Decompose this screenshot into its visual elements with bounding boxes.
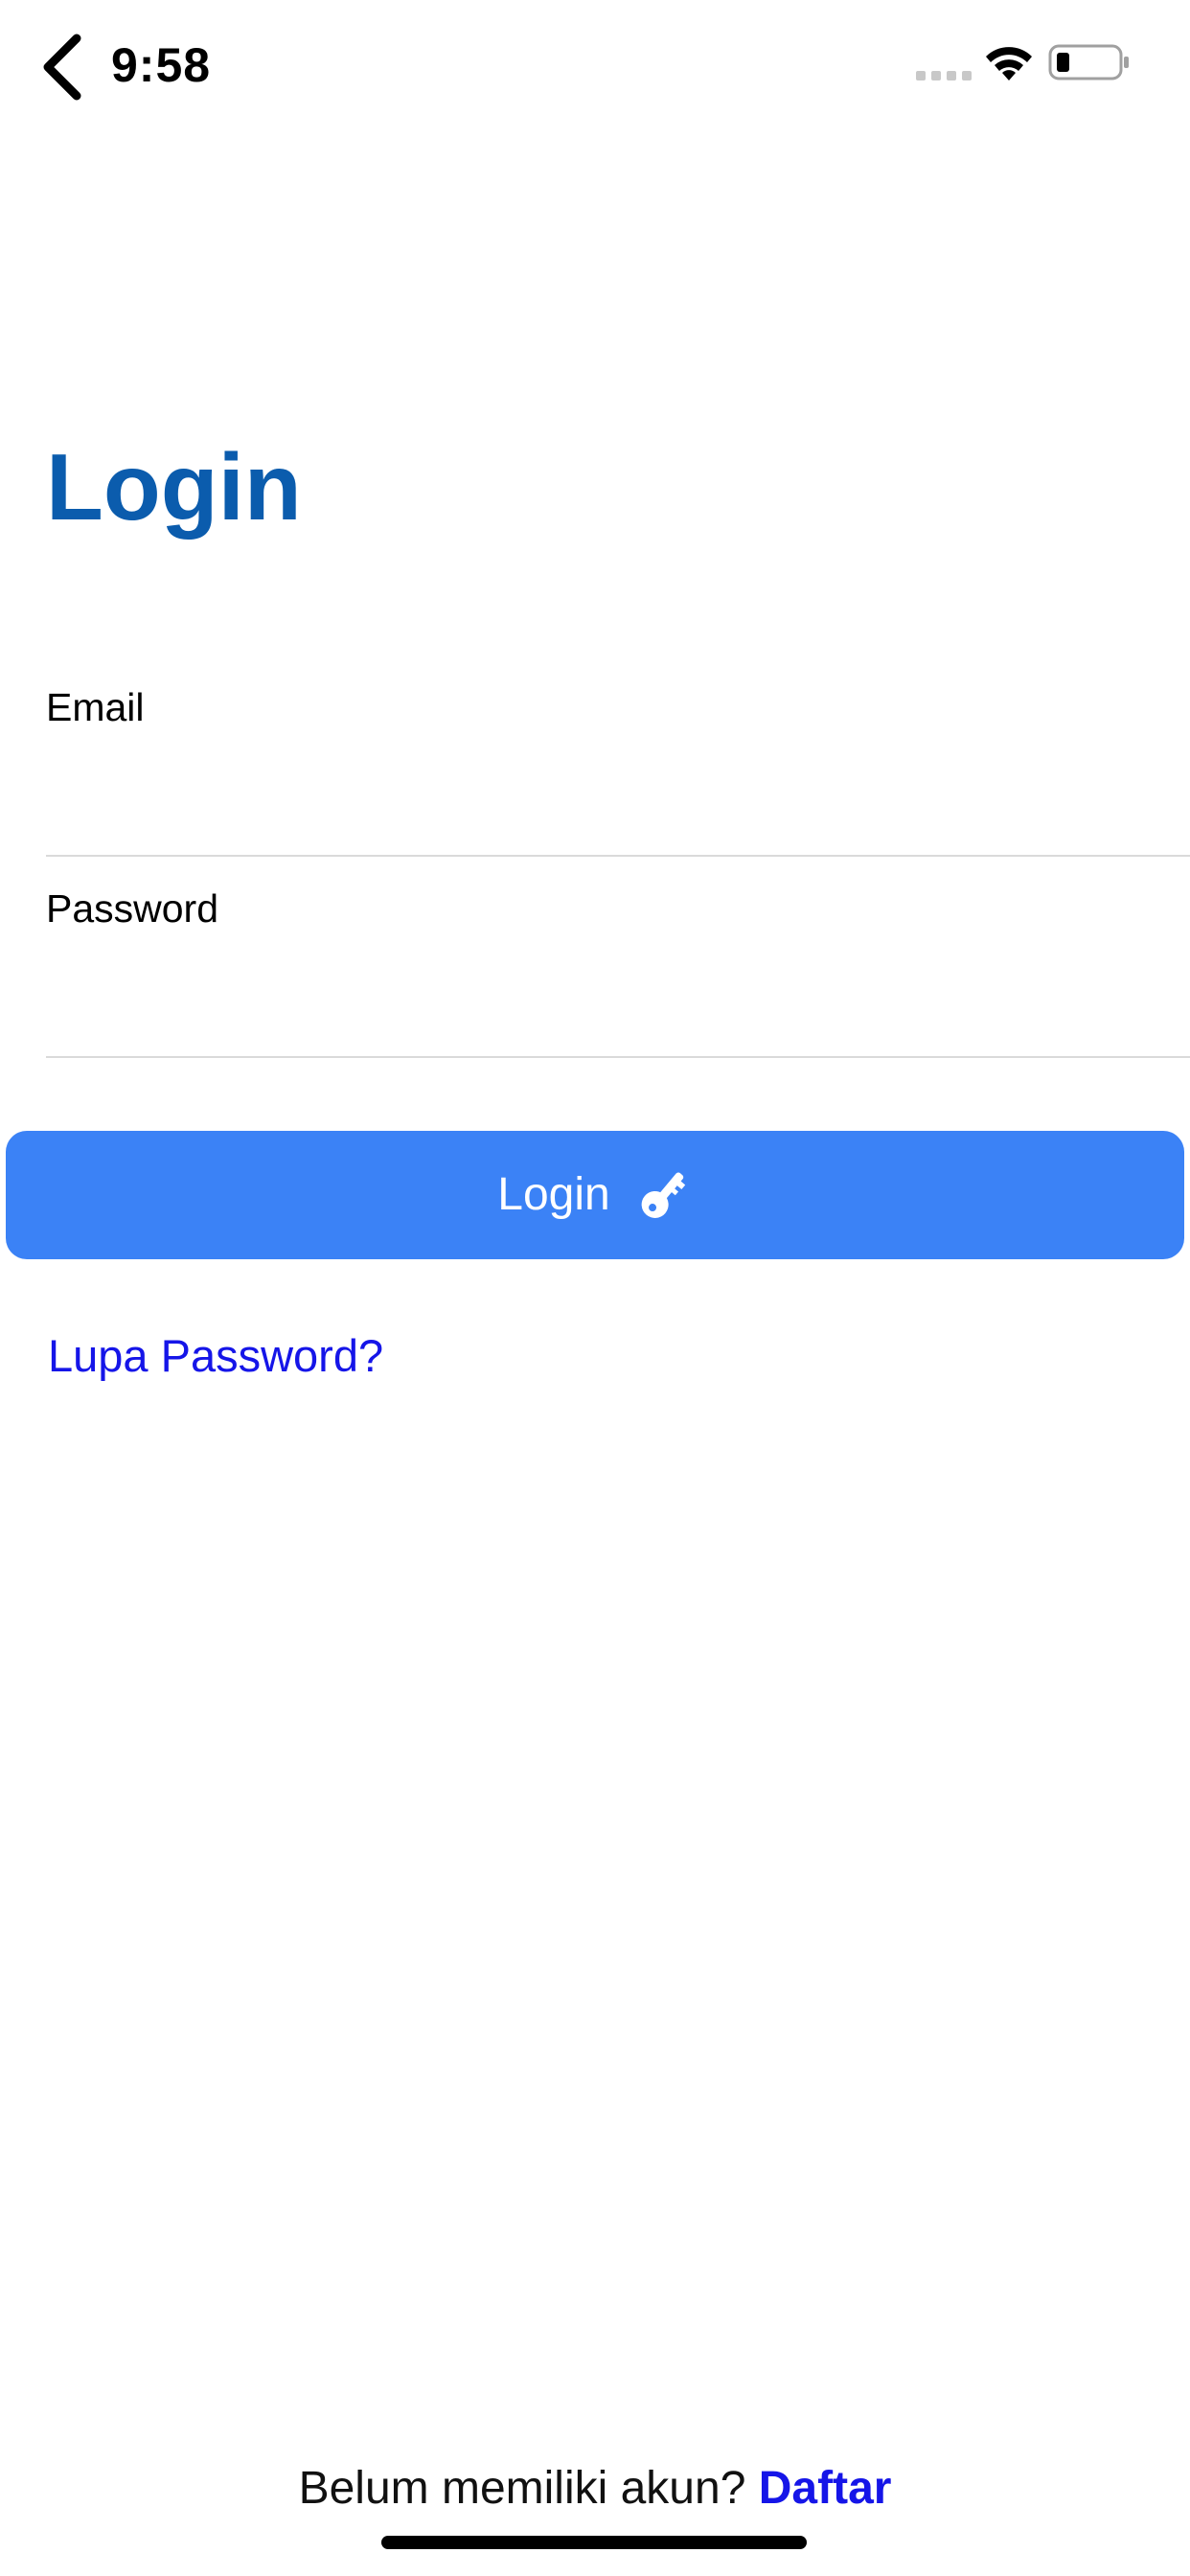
login-button[interactable]: Login xyxy=(6,1131,1184,1259)
password-input[interactable] xyxy=(46,958,1148,1035)
status-bar: 9:58 xyxy=(0,0,1190,134)
register-prompt-text: Belum memiliki akun? xyxy=(298,2463,746,2514)
forgot-password-link[interactable]: Lupa Password? xyxy=(48,1326,383,1386)
login-button-label: Login xyxy=(497,1169,610,1220)
home-indicator xyxy=(381,2536,807,2549)
back-button[interactable] xyxy=(38,31,92,104)
register-prompt: Belum memiliki akun? Daftar xyxy=(0,2459,1190,2518)
password-field: Password xyxy=(46,872,1190,1058)
key-icon xyxy=(641,1172,685,1218)
cellular-signal-icon xyxy=(916,71,972,80)
register-link[interactable]: Daftar xyxy=(759,2463,892,2514)
battery-low-icon xyxy=(1048,44,1129,80)
chevron-left-icon xyxy=(43,34,81,101)
wifi-icon xyxy=(986,47,1032,80)
password-label: Password xyxy=(46,886,219,931)
email-input[interactable] xyxy=(46,757,1148,834)
email-field: Email xyxy=(46,671,1190,857)
status-time: 9:58 xyxy=(111,38,212,92)
page-title: Login xyxy=(46,434,302,540)
email-label: Email xyxy=(46,685,145,729)
